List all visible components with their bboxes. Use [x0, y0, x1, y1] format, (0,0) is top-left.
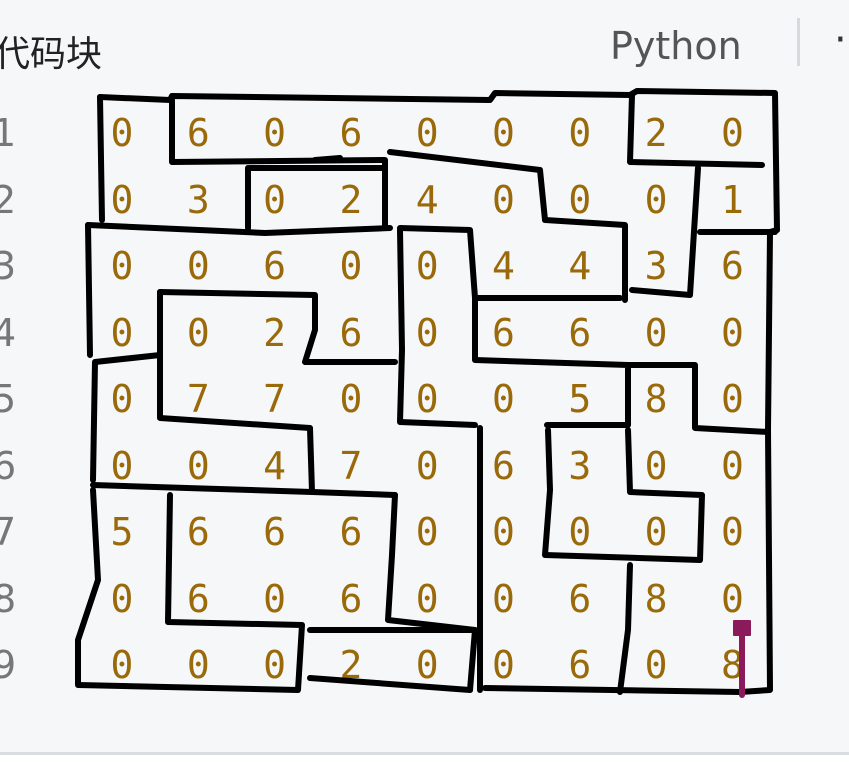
maze-wall-3 [312, 155, 343, 163]
maze-wall-17 [472, 295, 631, 428]
maze-wall-21 [542, 427, 705, 563]
maze-wall-16 [157, 352, 398, 498]
maze-wall-27 [482, 685, 743, 695]
code-block: 代码块 Python · 123456789 06060002003024000… [0, 0, 849, 752]
maze-wall-8 [629, 165, 701, 298]
maze-wall-26 [617, 562, 633, 695]
maze-wall-1 [97, 94, 105, 223]
maze-wall-14 [157, 289, 398, 365]
maze-drawing [75, 88, 780, 698]
maze-wall-12 [397, 225, 623, 301]
maze-wall-2 [169, 97, 388, 228]
maze-wall-9 [85, 222, 393, 236]
page-background [0, 755, 849, 767]
maze-wall-10 [85, 222, 93, 358]
maze-wall-22 [75, 487, 305, 693]
maze-wall-13 [397, 227, 478, 428]
maze-wall-15 [90, 289, 163, 483]
maze-wall-25 [307, 675, 473, 693]
maze-wall-23 [385, 492, 478, 693]
maze-outer-top [97, 88, 780, 695]
maze-wall-18 [625, 362, 771, 435]
maze-wall-5 [627, 92, 765, 168]
maze-wall-19 [90, 482, 315, 495]
